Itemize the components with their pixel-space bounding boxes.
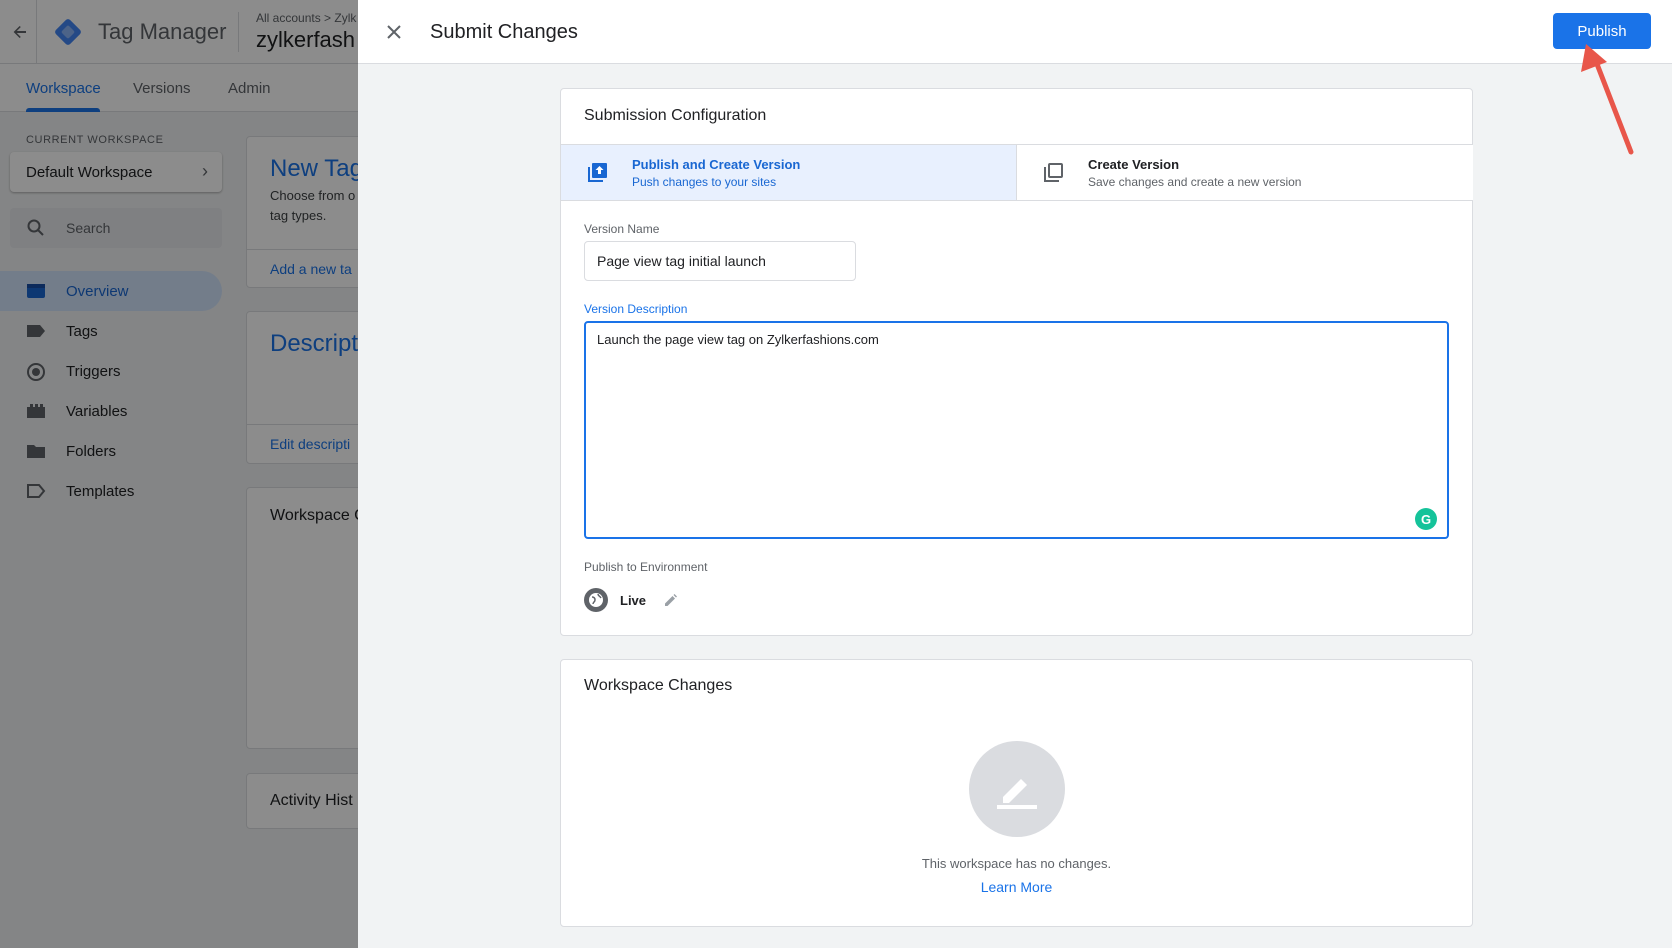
option-subtitle: Push changes to your sites bbox=[632, 175, 777, 189]
annotation-arrow-icon bbox=[1581, 44, 1634, 155]
modal-backdrop[interactable] bbox=[0, 0, 358, 948]
option-title: Create Version bbox=[1088, 157, 1180, 172]
sheet-title: Submit Changes bbox=[430, 21, 578, 43]
submission-configuration-title: Submission Configuration bbox=[584, 107, 767, 124]
workspace-changes-title: Workspace Changes bbox=[584, 677, 733, 694]
submission-options: Publish and Create Version Push changes … bbox=[561, 144, 1473, 201]
publish-version-icon bbox=[585, 161, 609, 190]
version-name-input[interactable] bbox=[584, 241, 856, 281]
learn-more-link[interactable]: Learn More bbox=[561, 879, 1472, 895]
publish-environment-label: Publish to Environment bbox=[584, 560, 708, 574]
pencil-icon[interactable] bbox=[664, 593, 678, 607]
publish-and-create-version-option[interactable]: Publish and Create Version Push changes … bbox=[561, 145, 1017, 200]
sheet-header: Submit Changes Publish bbox=[358, 0, 1672, 155]
create-version-icon bbox=[1041, 161, 1065, 190]
empty-state-text: This workspace has no changes. bbox=[921, 856, 1112, 871]
close-icon[interactable] bbox=[382, 20, 406, 44]
option-subtitle: Save changes and create a new version bbox=[1088, 175, 1302, 189]
version-name-label: Version Name bbox=[584, 222, 660, 236]
workspace-changes-panel: Workspace Changes This workspace has no … bbox=[560, 659, 1473, 927]
environment-row: Live bbox=[584, 588, 678, 612]
option-title: Publish and Create Version bbox=[632, 157, 801, 172]
submission-configuration-panel: Submission Configuration Publish and Cre… bbox=[560, 88, 1473, 636]
grammarly-icon[interactable]: G bbox=[1415, 508, 1437, 530]
version-description-label: Version Description bbox=[584, 302, 688, 316]
environment-name: Live bbox=[620, 592, 647, 608]
create-version-option[interactable]: Create Version Save changes and create a… bbox=[1017, 145, 1473, 200]
empty-state-edit-icon bbox=[969, 741, 1065, 837]
version-description-textarea[interactable]: Launch the page view tag on Zylkerfashio… bbox=[584, 321, 1449, 539]
submit-changes-sheet: Submit Changes Publish Submission Config… bbox=[358, 0, 1672, 948]
globe-icon bbox=[584, 588, 608, 612]
